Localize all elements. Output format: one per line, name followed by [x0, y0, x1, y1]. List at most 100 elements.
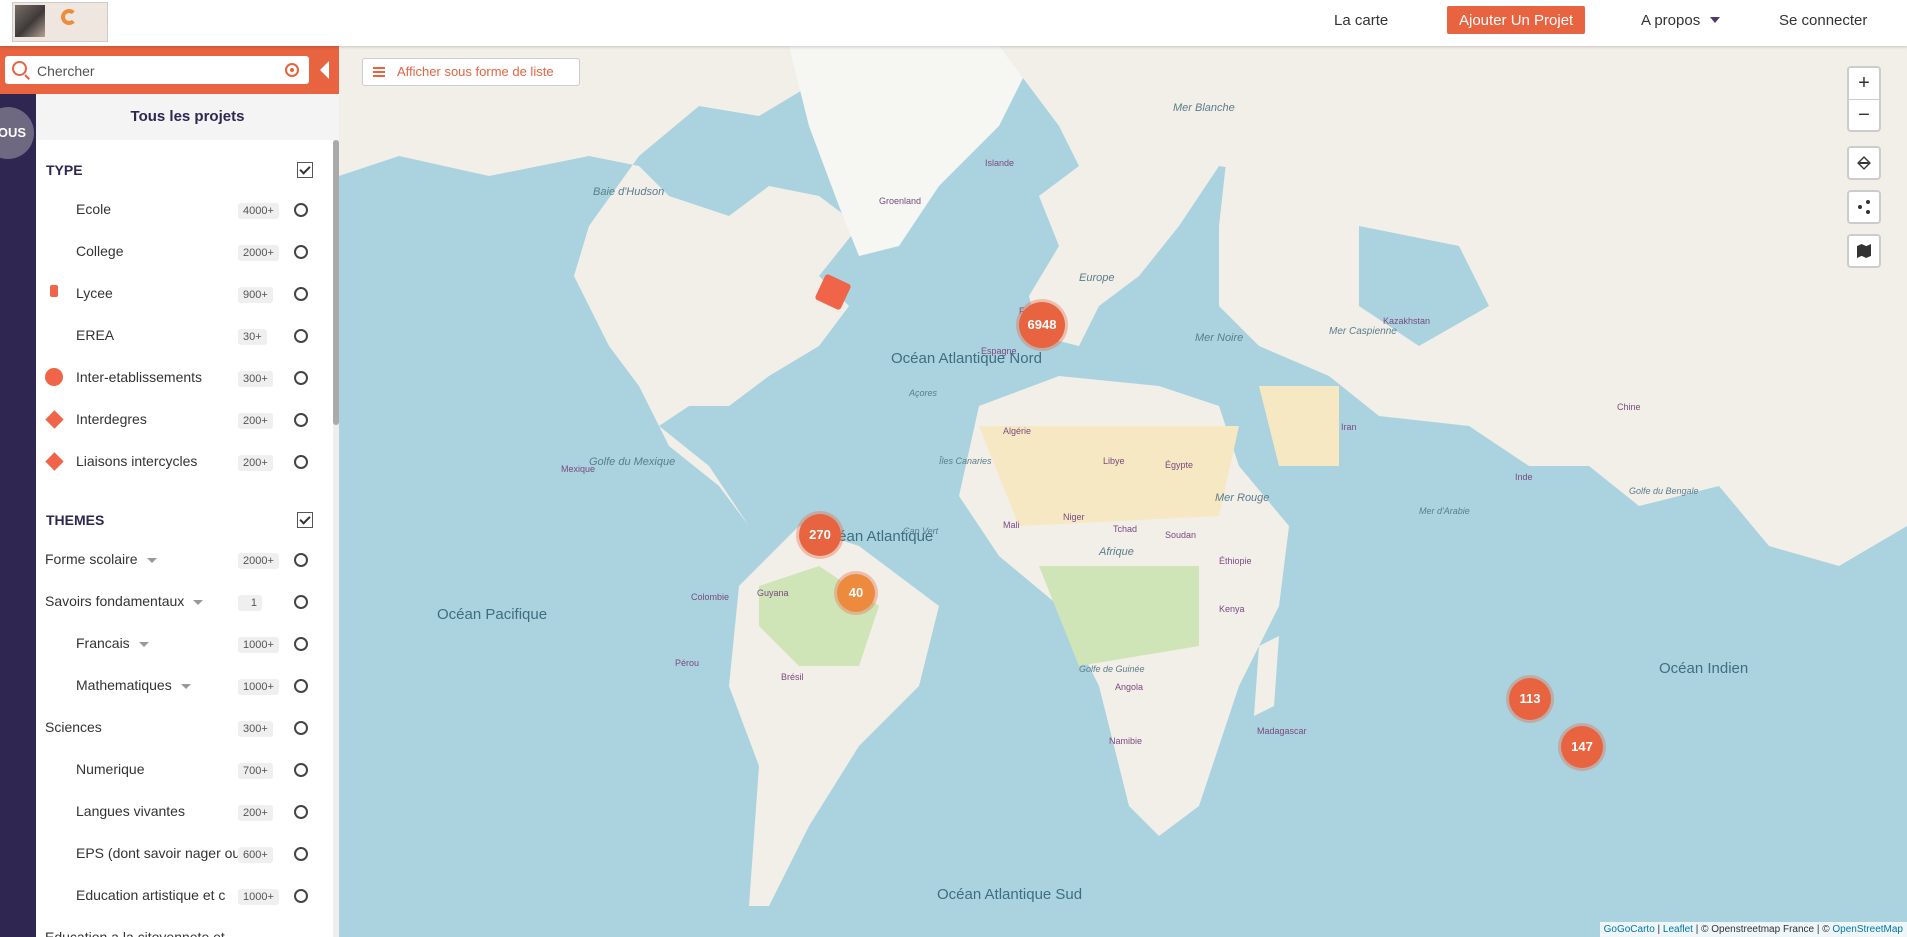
- filter-radio[interactable]: [294, 553, 308, 567]
- themes-select-all-checkbox[interactable]: [297, 512, 313, 528]
- expand-chevron-icon[interactable]: [193, 599, 204, 605]
- filter-count-badge: 600+: [238, 847, 273, 863]
- type-select-all-checkbox[interactable]: [297, 162, 313, 178]
- search-bar: [0, 46, 339, 94]
- theme-filter-item[interactable]: Langues vivantes 200+: [36, 796, 333, 826]
- filter-label: Sciences: [45, 719, 102, 735]
- panel-scrollbar[interactable]: [333, 140, 339, 937]
- nav-about-dropdown[interactable]: A propos: [1641, 0, 1721, 40]
- theme-filter-item[interactable]: Numerique 700+: [36, 754, 333, 784]
- country-label-egypte: Égypte: [1165, 460, 1194, 470]
- pin-icon: [47, 677, 61, 691]
- filter-radio[interactable]: [294, 203, 308, 217]
- theme-filter-item[interactable]: Francais 1000+: [36, 628, 333, 658]
- type-filter-item[interactable]: Liaisons intercycles 200+: [36, 446, 333, 476]
- filter-count-badge: 300+: [238, 721, 273, 737]
- list-view-button[interactable]: Afficher sous forme de liste: [362, 58, 580, 86]
- map-cluster-mayotte[interactable]: 113: [1509, 678, 1551, 720]
- leaflet-link[interactable]: Leaflet: [1663, 924, 1693, 935]
- collapse-panel-icon[interactable]: [320, 61, 329, 79]
- filter-radio[interactable]: [294, 763, 308, 777]
- expand-chevron-icon[interactable]: [138, 641, 149, 647]
- map-label-golfe-guinee: Golfe de Guinée: [1079, 664, 1145, 674]
- country-label-islande: Islande: [985, 158, 1015, 168]
- filter-label: Education a la citoyennete et: [45, 929, 235, 937]
- layers-button[interactable]: [1847, 146, 1881, 180]
- theme-filter-item[interactable]: Sciences 300+: [36, 712, 333, 742]
- type-filter-item[interactable]: EREA 30+: [36, 320, 333, 350]
- filter-label: Liaisons intercycles: [76, 453, 197, 469]
- filter-label-text: Liaisons intercycles: [76, 453, 198, 469]
- theme-filter-item[interactable]: Mathematiques 1000+: [36, 670, 333, 700]
- world-map[interactable]: Afficher sous forme de liste Océan Atlan…: [339, 46, 1907, 937]
- map-cluster-reunion[interactable]: 147: [1561, 726, 1603, 768]
- filter-radio[interactable]: [294, 721, 308, 735]
- filter-radio[interactable]: [294, 847, 308, 861]
- zoom-in-button[interactable]: +: [1849, 68, 1879, 100]
- expand-chevron-icon[interactable]: [146, 557, 157, 563]
- filter-radio[interactable]: [294, 329, 308, 343]
- type-filter-item[interactable]: Interdegres 200+: [36, 404, 333, 434]
- pin-icon: [47, 635, 61, 649]
- zoom-out-button[interactable]: −: [1849, 100, 1879, 131]
- theme-filter-item[interactable]: Savoirs fondamentaux 1: [36, 586, 333, 616]
- map-label-mer-blanche: Mer Blanche: [1173, 102, 1235, 114]
- logo-photo: [15, 5, 45, 37]
- openstreetmap-link[interactable]: OpenStreetMap: [1832, 924, 1903, 935]
- filter-radio[interactable]: [294, 637, 308, 651]
- panel-scrollbar-thumb[interactable]: [333, 140, 339, 425]
- filter-count-badge: 4000+: [238, 203, 279, 219]
- type-filter-item[interactable]: Lycee 900+: [36, 278, 333, 308]
- filter-label: Langues vivantes: [76, 803, 185, 819]
- filter-radio[interactable]: [294, 413, 308, 427]
- filter-radio[interactable]: [294, 455, 308, 469]
- filter-label-text: Education a la citoyennete et: [45, 929, 225, 937]
- filter-count-badge: 2000+: [238, 553, 279, 569]
- ocean-label-atlantique-sud: Océan Atlantique Sud: [937, 886, 1083, 903]
- share-button[interactable]: [1847, 190, 1881, 224]
- filter-radio[interactable]: [294, 287, 308, 301]
- cluster-count: 113: [1519, 691, 1541, 706]
- theme-filter-item[interactable]: Education artistique et c 1000+: [36, 880, 333, 910]
- map-cluster-europe[interactable]: 6948: [1019, 302, 1065, 348]
- search-icon: [12, 61, 27, 76]
- filter-radio[interactable]: [294, 679, 308, 693]
- country-label-kazakhstan: Kazakhstan: [1383, 316, 1431, 326]
- filter-label: College: [76, 243, 123, 259]
- map-cluster-caribbean[interactable]: 270: [799, 514, 841, 556]
- filter-radio[interactable]: [294, 371, 308, 385]
- search-input[interactable]: [35, 59, 279, 83]
- filter-count-badge: 300+: [238, 371, 273, 387]
- theme-filter-item[interactable]: EPS (dont savoir nager ou 600+: [36, 838, 333, 868]
- map-label-mer-rouge: Mer Rouge: [1215, 492, 1270, 504]
- filter-label-text: Sciences: [45, 719, 102, 735]
- filter-count-badge: 30+: [238, 329, 267, 345]
- geolocate-icon[interactable]: [285, 63, 299, 77]
- filter-radio[interactable]: [294, 595, 308, 609]
- filter-radio[interactable]: [294, 889, 308, 903]
- zoom-control: + −: [1847, 66, 1881, 132]
- type-filter-item[interactable]: Inter-etablissements 300+: [36, 362, 333, 392]
- theme-filter-item[interactable]: Education a la citoyennete et: [36, 922, 333, 937]
- login-link[interactable]: Se connecter: [1779, 0, 1867, 40]
- filter-radio[interactable]: [294, 245, 308, 259]
- type-filter-item[interactable]: Ecole 4000+: [36, 194, 333, 224]
- nav-la-carte[interactable]: La carte: [1334, 0, 1388, 40]
- add-project-button[interactable]: Ajouter Un Projet: [1447, 6, 1586, 34]
- theme-filter-item[interactable]: Forme scolaire 2000+: [36, 544, 333, 574]
- expand-chevron-icon[interactable]: [180, 683, 191, 689]
- map-style-button[interactable]: [1847, 234, 1881, 268]
- filter-count-badge: 200+: [238, 805, 273, 821]
- map-label-golfe-mexique: Golfe du Mexique: [589, 456, 676, 468]
- pin-icon: [47, 803, 61, 817]
- pin-icon: [47, 761, 61, 775]
- map-cluster-guyane[interactable]: 40: [837, 574, 875, 612]
- country-label-kenya: Kenya: [1219, 604, 1245, 614]
- gogocarto-link[interactable]: GoGoCarto: [1604, 924, 1655, 935]
- filter-label-text: Numerique: [76, 761, 145, 777]
- site-logo[interactable]: [12, 2, 108, 42]
- filter-label-text: EREA: [76, 327, 115, 343]
- filter-radio[interactable]: [294, 805, 308, 819]
- country-label-guyana: Guyana: [757, 588, 789, 598]
- type-filter-item[interactable]: College 2000+: [36, 236, 333, 266]
